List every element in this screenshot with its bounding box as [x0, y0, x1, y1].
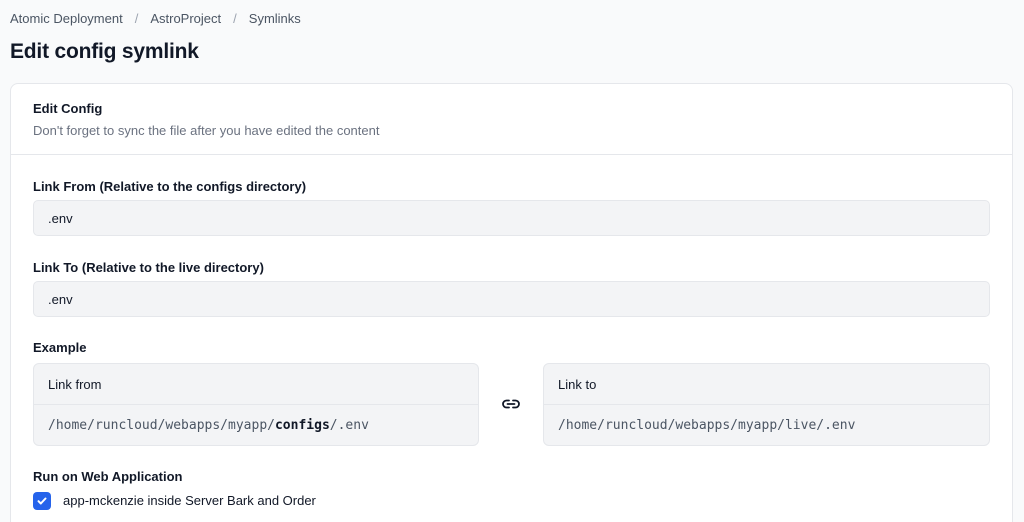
example-link-from-box: Link from /home/runcloud/webapps/myapp/c…: [33, 363, 479, 446]
breadcrumb-separator: /: [233, 11, 237, 26]
breadcrumb: Atomic Deployment / AstroProject / Symli…: [10, 11, 301, 26]
web-application-checkbox[interactable]: [33, 492, 51, 510]
card-subtitle: Don't forget to sync the file after you …: [33, 123, 380, 138]
example-link-to-header: Link to: [544, 364, 989, 405]
page-title: Edit config symlink: [10, 40, 199, 63]
link-to-label: Link To (Relative to the live directory): [33, 260, 264, 275]
example-link-to-box: Link to /home/runcloud/webapps/myapp/liv…: [543, 363, 990, 446]
link-from-input[interactable]: [33, 200, 990, 236]
web-application-option-label[interactable]: app-mckenzie inside Server Bark and Orde…: [63, 493, 316, 508]
example-label: Example: [33, 340, 87, 355]
path-suffix: /.env: [329, 418, 369, 433]
path-prefix: /home/runcloud/webapps/myapp/: [48, 418, 275, 433]
example-link-from-path: /home/runcloud/webapps/myapp/configs/.en…: [34, 405, 478, 433]
breadcrumb-item-atomic-deployment[interactable]: Atomic Deployment: [10, 11, 123, 26]
example-link-from-header: Link from: [34, 364, 478, 405]
link-from-label: Link From (Relative to the configs direc…: [33, 179, 307, 194]
card-header: Edit Config Don't forget to sync the fil…: [11, 84, 1012, 155]
example-link-to-path: /home/runcloud/webapps/myapp/live/.env: [558, 418, 856, 433]
path-bold-segment: configs: [274, 418, 330, 433]
link-to-input[interactable]: [33, 281, 990, 317]
link-icon: [500, 396, 522, 412]
breadcrumb-item-astroproject[interactable]: AstroProject: [150, 11, 221, 26]
breadcrumb-separator: /: [134, 11, 139, 26]
edit-config-card: Edit Config Don't forget to sync the fil…: [10, 83, 1013, 522]
card-title: Edit Config: [33, 101, 103, 116]
run-on-label: Run on Web Application: [33, 469, 183, 484]
check-icon: [37, 497, 47, 505]
breadcrumb-item-symlinks: Symlinks: [248, 11, 301, 26]
